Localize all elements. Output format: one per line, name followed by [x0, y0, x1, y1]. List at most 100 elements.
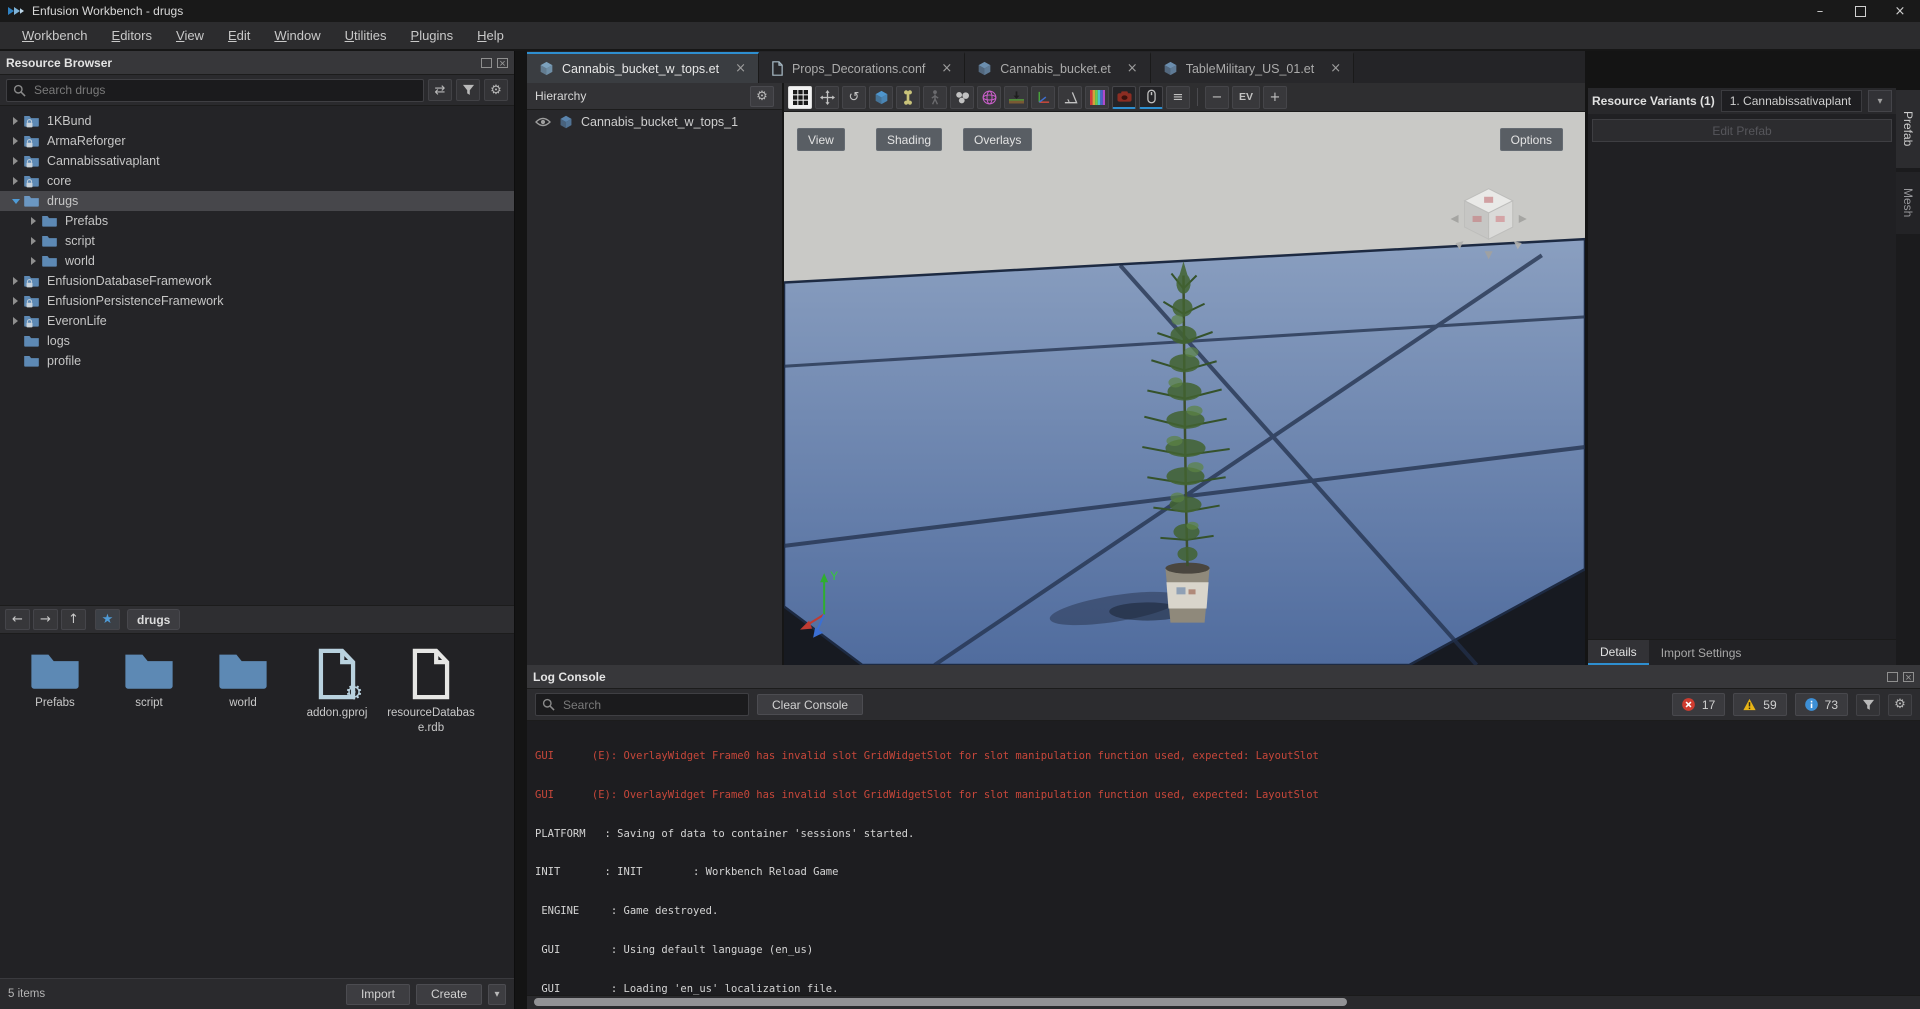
log-filter-button[interactable]	[1856, 693, 1880, 716]
tab-cannabis-bucket-w-tops[interactable]: Cannabis_bucket_w_tops.et ×	[527, 52, 759, 83]
close-tab-icon[interactable]: ×	[1127, 61, 1138, 76]
close-tab-icon[interactable]: ×	[941, 61, 952, 76]
maximize-button[interactable]	[1840, 0, 1880, 22]
warning-count-badge[interactable]: 59	[1733, 693, 1787, 716]
log-horizontal-scrollbar[interactable]	[527, 995, 1920, 1009]
tab-details[interactable]: Details	[1588, 640, 1649, 665]
side-tab-prefab[interactable]: Prefab	[1896, 90, 1920, 168]
chevron-right-icon[interactable]	[26, 257, 41, 265]
file-tile-world[interactable]: world	[198, 648, 288, 711]
scrollbar-thumb[interactable]	[534, 998, 1347, 1006]
edit-prefab-button[interactable]: Edit Prefab	[1592, 119, 1892, 142]
ev-increase-button[interactable]: +	[1263, 85, 1287, 109]
chevron-right-icon[interactable]	[26, 217, 41, 225]
filter-button[interactable]	[456, 79, 480, 101]
hierarchy-settings-button[interactable]: ⚙	[750, 85, 774, 107]
nav-up-button[interactable]: ↑	[61, 609, 86, 630]
camera-mode-button[interactable]	[1112, 85, 1136, 109]
close-panel-icon[interactable]: ×	[1903, 671, 1914, 683]
chevron-right-icon[interactable]	[8, 177, 23, 185]
chevron-right-icon[interactable]	[8, 277, 23, 285]
chevron-right-icon[interactable]	[8, 137, 23, 145]
chevron-right-icon[interactable]	[8, 157, 23, 165]
view-menu-button[interactable]: ≡	[1166, 85, 1190, 109]
rotate-tool-button[interactable]: ↺	[842, 85, 866, 109]
physics-button[interactable]	[950, 85, 974, 109]
error-count-badge[interactable]: 17	[1671, 693, 1726, 716]
breadcrumb[interactable]: drugs	[127, 609, 181, 630]
variant-select[interactable]: 1. Cannabissativaplant	[1720, 90, 1862, 112]
color-debug-button[interactable]	[1085, 85, 1109, 109]
tree-item-core[interactable]: core	[0, 171, 514, 191]
create-button[interactable]: Create	[415, 983, 482, 1005]
file-tile-resourcedatabase-rdb[interactable]: resourceDatabase.rdb	[386, 648, 476, 736]
variant-select-arrow[interactable]: ▾	[1868, 90, 1892, 112]
menu-workbench[interactable]: Workbench	[10, 24, 100, 47]
chevron-right-icon[interactable]	[26, 237, 41, 245]
snap-grid-button[interactable]	[788, 85, 812, 109]
create-menu-button[interactable]: ▾	[488, 983, 506, 1005]
tree-item-cannabissativaplant[interactable]: Cannabissativaplant	[0, 151, 514, 171]
tab-props-decorations[interactable]: Props_Decorations.conf ×	[758, 52, 966, 83]
resource-search[interactable]	[6, 78, 424, 102]
chevron-right-icon[interactable]	[8, 297, 23, 305]
resource-search-input[interactable]	[32, 82, 417, 98]
tree-item-enfusionpersistenceframework[interactable]: EnfusionPersistenceFramework	[0, 291, 514, 311]
hierarchy-item-cannabis-bucket-w-tops-1[interactable]: Cannabis_bucket_w_tops_1	[527, 110, 782, 133]
settings-button[interactable]: ⚙	[484, 79, 508, 101]
viewport-3d-view[interactable]: Y View Shading Overlays Options	[784, 112, 1585, 665]
tree-item-prefabs[interactable]: Prefabs	[0, 211, 514, 231]
ev-button[interactable]: EV	[1232, 85, 1260, 109]
ev-decrease-button[interactable]: −	[1205, 85, 1229, 109]
menu-edit[interactable]: Edit	[216, 24, 262, 47]
clear-console-button[interactable]: Clear Console	[757, 694, 864, 715]
view-menu-dropdown[interactable]: View	[797, 128, 845, 151]
menu-help[interactable]: Help	[465, 24, 516, 47]
visibility-eye-icon[interactable]	[535, 117, 551, 127]
menu-plugins[interactable]: Plugins	[399, 24, 466, 47]
translate-tool-button[interactable]	[815, 85, 839, 109]
tab-tablemilitary-us-01[interactable]: TableMilitary_US_01.et ×	[1150, 52, 1355, 83]
tree-item-profile[interactable]: profile	[0, 351, 514, 371]
tree-item-enfusiondatabaseframework[interactable]: EnfusionDatabaseFramework	[0, 271, 514, 291]
menu-utilities[interactable]: Utilities	[333, 24, 399, 47]
log-search[interactable]	[535, 693, 749, 716]
options-menu-dropdown[interactable]: Options	[1499, 128, 1563, 151]
character-button[interactable]	[923, 85, 947, 109]
tree-item-1kbund[interactable]: 1KBund	[0, 111, 514, 131]
float-panel-icon[interactable]	[1887, 671, 1898, 682]
viewport-3d-scene[interactable]: Y	[784, 112, 1585, 665]
chevron-right-icon[interactable]	[8, 117, 23, 125]
nav-back-button[interactable]: ←	[5, 609, 30, 630]
tree-item-logs[interactable]: logs	[0, 331, 514, 351]
favorite-button[interactable]: ★	[95, 609, 120, 630]
close-tab-icon[interactable]: ×	[735, 61, 746, 76]
file-tile-prefabs[interactable]: Prefabs	[10, 648, 100, 711]
log-search-input[interactable]	[561, 696, 742, 713]
overlays-menu-dropdown[interactable]: Overlays	[963, 128, 1033, 151]
file-tile-addon-gproj[interactable]: ⚙ addon.gproj	[292, 648, 382, 721]
tree-item-armareforger[interactable]: ArmaReforger	[0, 131, 514, 151]
tree-item-world[interactable]: world	[0, 251, 514, 271]
file-tile-script[interactable]: script	[104, 648, 194, 711]
float-panel-icon[interactable]	[481, 57, 492, 68]
minimize-button[interactable]: –	[1800, 0, 1840, 22]
import-button[interactable]: Import	[345, 983, 410, 1005]
shading-menu-dropdown[interactable]: Shading	[876, 128, 943, 151]
log-settings-button[interactable]: ⚙	[1888, 693, 1912, 716]
info-count-badge[interactable]: 73	[1794, 693, 1848, 716]
side-tab-mesh[interactable]: Mesh	[1896, 172, 1920, 234]
menu-window[interactable]: Window	[262, 24, 332, 47]
log-output[interactable]: GUI (E): OverlayWidget Frame0 has invali…	[527, 721, 1920, 995]
wireframe-button[interactable]	[977, 85, 1001, 109]
mouse-capture-button[interactable]	[1139, 85, 1163, 109]
angle-snap-button[interactable]	[1058, 85, 1082, 109]
tree-item-script[interactable]: script	[0, 231, 514, 251]
bones-button[interactable]	[896, 85, 920, 109]
nav-forward-button[interactable]: →	[33, 609, 58, 630]
close-tab-icon[interactable]: ×	[1330, 61, 1341, 76]
menu-view[interactable]: View	[164, 24, 216, 47]
tab-import-settings[interactable]: Import Settings	[1649, 640, 1754, 665]
tree-item-drugs[interactable]: drugs	[0, 191, 514, 211]
chevron-right-icon[interactable]	[8, 317, 23, 325]
